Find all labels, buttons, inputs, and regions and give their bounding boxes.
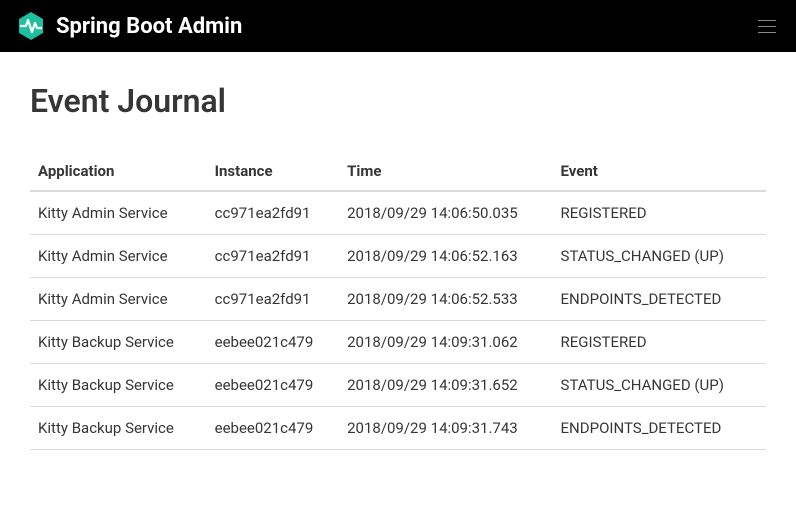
cell-time: 2018/09/29 14:06:50.035 <box>339 191 552 235</box>
column-header-event[interactable]: Event <box>553 152 766 191</box>
column-header-time[interactable]: Time <box>339 152 552 191</box>
cell-time: 2018/09/29 14:09:31.652 <box>339 364 552 407</box>
cell-instance: cc971ea2fd91 <box>207 235 339 278</box>
navbar-burger-icon[interactable] <box>754 16 780 37</box>
column-header-instance[interactable]: Instance <box>207 152 339 191</box>
cell-instance: cc971ea2fd91 <box>207 278 339 321</box>
cell-application: Kitty Backup Service <box>30 407 207 450</box>
cell-time: 2018/09/29 14:06:52.533 <box>339 278 552 321</box>
navbar-title: Spring Boot Admin <box>56 14 242 39</box>
cell-instance: eebee021c479 <box>207 407 339 450</box>
spring-boot-admin-logo-icon <box>16 11 46 41</box>
cell-time: 2018/09/29 14:09:31.062 <box>339 321 552 364</box>
cell-instance: eebee021c479 <box>207 321 339 364</box>
cell-time: 2018/09/29 14:06:52.163 <box>339 235 552 278</box>
cell-instance: cc971ea2fd91 <box>207 191 339 235</box>
table-row[interactable]: Kitty Backup Serviceeebee021c4792018/09/… <box>30 321 766 364</box>
cell-event: ENDPOINTS_DETECTED <box>553 278 766 321</box>
column-header-application[interactable]: Application <box>30 152 207 191</box>
cell-application: Kitty Admin Service <box>30 191 207 235</box>
page-title: Event Journal <box>30 82 766 120</box>
cell-instance: eebee021c479 <box>207 364 339 407</box>
cell-event: REGISTERED <box>553 321 766 364</box>
cell-application: Kitty Backup Service <box>30 321 207 364</box>
navbar: Spring Boot Admin <box>0 0 796 52</box>
table-row[interactable]: Kitty Admin Servicecc971ea2fd912018/09/2… <box>30 235 766 278</box>
cell-event: REGISTERED <box>553 191 766 235</box>
cell-application: Kitty Backup Service <box>30 364 207 407</box>
table-row[interactable]: Kitty Backup Serviceeebee021c4792018/09/… <box>30 364 766 407</box>
cell-application: Kitty Admin Service <box>30 278 207 321</box>
table-header-row: Application Instance Time Event <box>30 152 766 191</box>
table-row[interactable]: Kitty Admin Servicecc971ea2fd912018/09/2… <box>30 278 766 321</box>
cell-event: STATUS_CHANGED (UP) <box>553 364 766 407</box>
cell-application: Kitty Admin Service <box>30 235 207 278</box>
event-journal-table: Application Instance Time Event Kitty Ad… <box>30 152 766 450</box>
table-row[interactable]: Kitty Admin Servicecc971ea2fd912018/09/2… <box>30 191 766 235</box>
cell-event: ENDPOINTS_DETECTED <box>553 407 766 450</box>
navbar-brand[interactable]: Spring Boot Admin <box>16 11 242 41</box>
cell-time: 2018/09/29 14:09:31.743 <box>339 407 552 450</box>
main-content: Event Journal Application Instance Time … <box>0 52 796 480</box>
table-row[interactable]: Kitty Backup Serviceeebee021c4792018/09/… <box>30 407 766 450</box>
cell-event: STATUS_CHANGED (UP) <box>553 235 766 278</box>
